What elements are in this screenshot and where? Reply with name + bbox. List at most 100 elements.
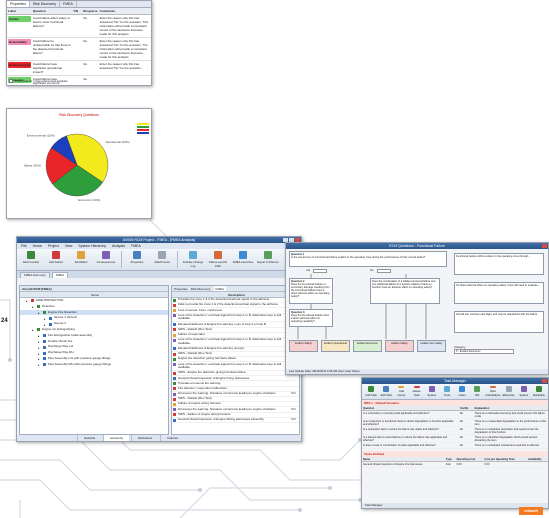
task-ribbon-spares-button[interactable]: Spares: [426, 386, 438, 397]
ribbon-label: Properties: [130, 260, 144, 264]
fmea-record-text: General Visual Inspection of Engine Wiri…: [178, 417, 264, 422]
task-ribbon-edit-task-button[interactable]: Edit Task: [380, 386, 392, 397]
tab-fmea-doc[interactable]: FMEA: [51, 272, 69, 278]
task-explanation-cell[interactable]: There is no scheduled restoration that w…: [473, 426, 548, 435]
rcm-comment-cell[interactable]: Enter the reason why this has answered "…: [98, 14, 151, 38]
menu-fmea[interactable]: FMEA: [131, 243, 141, 249]
rcm-comment-cell[interactable]: [98, 75, 151, 85]
tab-properties[interactable]: Properties: [7, 1, 30, 7]
task-ribbon-reliability-button[interactable]: Reliability: [533, 386, 545, 397]
task-answer-cell[interactable]: No: [458, 426, 474, 435]
task-answer-cell[interactable]: No: [458, 418, 474, 427]
expand-triangle-icon[interactable]: ▸: [38, 363, 41, 367]
expand-triangle-icon[interactable]: ▸: [44, 323, 47, 327]
task-explanation-cell[interactable]: There is no measurable degradation in th…: [473, 418, 548, 427]
menu-project[interactable]: Project: [48, 243, 59, 249]
expand-triangle-icon[interactable]: ▸: [44, 317, 47, 321]
fmea-record-row[interactable]: General Visual Inspection of Engine Wiri…: [172, 417, 299, 423]
menu-home[interactable]: Home: [33, 243, 42, 249]
menu-file[interactable]: File: [21, 243, 27, 249]
fmea-record-icon: [173, 309, 176, 313]
task-explanation-cell[interactable]: There is no lubrication/servicing that c…: [473, 410, 548, 419]
tab-risk-discovery-right[interactable]: Risk Discovery: [191, 286, 211, 291]
task-answer-cell[interactable]: No: [458, 434, 474, 443]
rcm-answer-cell[interactable]: No: [82, 60, 99, 76]
task-ribbon-effectivity-button[interactable]: Effectivity: [503, 386, 515, 397]
task-ribbon-tools-button[interactable]: Tools: [441, 386, 453, 397]
rcm-answer-cell[interactable]: No: [82, 14, 99, 38]
task-ribbon-labor-button[interactable]: Labor: [456, 386, 468, 397]
ribbon-failure-launch-path-button[interactable]: Failure Launch Path: [207, 251, 229, 268]
tab-worksheet[interactable]: Worksheet: [131, 435, 158, 441]
category-box[interactable]: Evident Operational: [321, 340, 350, 352]
category-box[interactable]: Hidden Safety: [385, 340, 414, 352]
task-ribbon-icon: [505, 386, 512, 392]
rcm-answer-cell[interactable]: No: [82, 75, 99, 85]
print-lines-option[interactable]: Print lines for cross-referenced analysi…: [9, 79, 68, 83]
expand-triangle-icon[interactable]: ▸: [38, 357, 41, 361]
ribbon-export-to-planner-button[interactable]: Export to Planner: [257, 251, 279, 268]
task-answer-cell[interactable]: No: [458, 410, 474, 419]
tab-hazards[interactable]: Hazards: [77, 435, 101, 441]
task-question-row[interactable]: Is an Inspection or functional check to …: [362, 418, 548, 427]
task-explanation-cell[interactable]: There is no scheduled maintenance task t…: [473, 442, 548, 449]
fmea-record-text: Failure of engine wiring harness.: [178, 401, 222, 406]
tree-node[interactable]: ▸ Pipe Assembly R/H with pressure gauge f…: [20, 362, 168, 368]
tab-fmea-right[interactable]: FMEA: [213, 286, 226, 291]
rcm-row[interactable]: Environmental Could failure have signific…: [7, 60, 151, 76]
category-box[interactable]: Evident Safety: [289, 340, 318, 352]
rcm-comment-cell[interactable]: Enter the reason why this has answered "…: [98, 60, 151, 76]
expand-triangle-icon[interactable]: ▸: [38, 334, 41, 338]
expand-triangle-icon[interactable]: ▸: [32, 328, 35, 332]
tab-properties-right[interactable]: Properties: [174, 286, 188, 291]
ribbon-add-failure-button[interactable]: Add Failure: [45, 251, 67, 268]
rcm-row[interactable]: Detectability Could failure be undetectab…: [7, 37, 151, 61]
category-box[interactable]: Evident Economic: [353, 340, 382, 352]
expand-triangle-icon[interactable]: ▸: [38, 311, 41, 315]
rcm-comment-cell[interactable]: Enter the reason why this has answered "…: [98, 37, 151, 61]
rcm-row[interactable]: Hidden Could failure affect safety or lea…: [7, 14, 151, 38]
tab-risk-discovery[interactable]: Risk Discovery: [30, 1, 61, 7]
ribbon-fmea-launches-button[interactable]: FMEA Launches: [232, 251, 254, 268]
ribbon-attachments-button[interactable]: Attachments: [151, 251, 173, 268]
ribbon-indicate-change-log-button[interactable]: Indicate Change Log: [182, 251, 204, 268]
task-question-row[interactable]: Is a discard task to avoid failures or r…: [362, 434, 548, 443]
expand-triangle-icon[interactable]: ▸: [38, 346, 41, 350]
menu-view[interactable]: View: [65, 243, 73, 249]
ribbon-properties-button[interactable]: Properties: [126, 251, 148, 268]
task-answer-cell[interactable]: No: [458, 442, 474, 449]
task-explanation-cell[interactable]: There is no identified degradation which…: [473, 434, 548, 443]
task-ribbon-add-group-button[interactable]: Add Group: [395, 386, 407, 397]
menu-system-hierarchy[interactable]: System Hierarchy: [78, 243, 106, 249]
ribbon-consequences-button[interactable]: Consequences: [95, 251, 117, 268]
task-ribbon-delete-task-button[interactable]: Delete Task: [411, 386, 423, 397]
tab-hierarchy[interactable]: Hierarchy: [103, 435, 130, 441]
rcm-answer-cell[interactable]: No: [82, 37, 99, 61]
task-question-row[interactable]: Is a Lubrication or servicing task appli…: [362, 410, 548, 419]
task-ribbon-label: Effectivity: [502, 393, 515, 397]
task-question-row[interactable]: Is there a task or combination of tasks …: [362, 442, 548, 449]
task-ribbon-icon: [520, 386, 527, 392]
expand-triangle-icon[interactable]: ▸: [38, 340, 41, 344]
task-close-button[interactable]: [542, 379, 547, 383]
task-ribbon-add-task-button[interactable]: Add Task: [365, 386, 377, 397]
expand-triangle-icon[interactable]: ▸: [32, 305, 35, 309]
task-ribbon-bill-button[interactable]: Bill: [471, 386, 483, 397]
task-question-row[interactable]: Is a restoration task to reduce the fail…: [362, 426, 548, 435]
category-select[interactable]: 5 - Evident Economic: [454, 349, 514, 354]
tab-fmea[interactable]: FMEA: [60, 1, 77, 7]
expand-triangle-icon[interactable]: ▸: [26, 299, 29, 303]
ribbon-label: Add Effect: [74, 260, 88, 264]
print-lines-checkbox[interactable]: [9, 79, 13, 83]
ribbon-add-effect-button[interactable]: Add Effect: [70, 251, 92, 268]
task-ribbon-risk-calculations-button[interactable]: Risk Calculations: [485, 386, 501, 397]
tab-fmea-summary[interactable]: FMEA Summary: [20, 272, 50, 278]
tree-node-icon: [31, 299, 34, 303]
category-box[interactable]: Hidden Non-Safety: [417, 340, 446, 352]
ribbon-add-function-button[interactable]: Add Function: [20, 251, 42, 268]
menu-analysis[interactable]: Analysis: [112, 243, 125, 249]
expand-triangle-icon[interactable]: ▸: [38, 352, 41, 356]
tab-failures[interactable]: Failures: [160, 435, 184, 441]
task-ribbon-spares-button[interactable]: Spares: [518, 386, 530, 397]
task-defined-row[interactable]: General Visual Inspection of Engine Fire…: [362, 461, 548, 468]
